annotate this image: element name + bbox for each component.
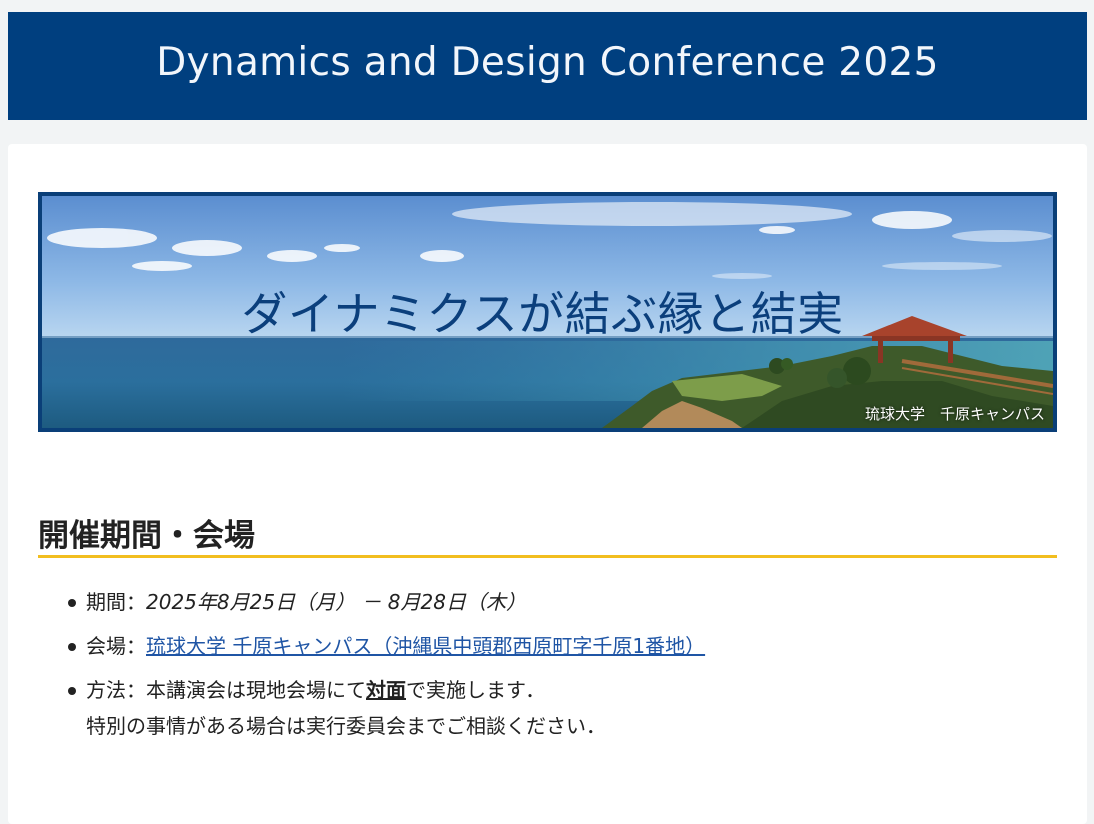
hero-tagline: ダイナミクスが結ぶ縁と結実 xyxy=(241,287,844,341)
hero-image: ダイナミクスが結ぶ縁と結実 琉球大学 千原キャンパス xyxy=(38,192,1057,432)
method-note: 特別の事情がある場合は実行委員会までご相談ください． xyxy=(86,714,606,738)
site-title: Dynamics and Design Conference 2025 xyxy=(156,39,939,85)
site-header-banner: Dynamics and Design Conference 2025 xyxy=(8,12,1087,120)
bullet-icon xyxy=(68,643,76,651)
period-label: 期間： xyxy=(86,590,146,614)
list-item-venue: 会場：琉球大学 千原キャンパス（沖縄県中頭郡西原町字千原1番地） xyxy=(68,628,1066,664)
period-value: 2025年8月25日（月） － 8月28日（木） xyxy=(146,590,526,614)
list-item-method: 方法：本講演会は現地会場にて対面で実施します． 特別の事情がある場合は実行委員会… xyxy=(68,672,1066,744)
method-text-post: で実施します． xyxy=(406,678,546,702)
main-content: ダイナミクスが結ぶ縁と結実 琉球大学 千原キャンパス 開催期間・会場 期間：20… xyxy=(8,144,1087,824)
method-emphasis: 対面 xyxy=(366,678,406,702)
hero-photo-caption: 琉球大学 千原キャンパス xyxy=(864,405,1045,423)
event-info-list: 期間：2025年8月25日（月） － 8月28日（木） 会場：琉球大学 千原キャ… xyxy=(68,584,1066,744)
list-item-period: 期間：2025年8月25日（月） － 8月28日（木） xyxy=(68,584,1066,620)
venue-link[interactable]: 琉球大学 千原キャンパス（沖縄県中頭郡西原町字千原1番地） xyxy=(146,634,705,658)
section-heading-dates-venue: 開催期間・会場 xyxy=(38,510,1057,558)
method-text-pre: 本講演会は現地会場にて xyxy=(146,678,366,702)
method-label: 方法： xyxy=(86,678,146,702)
bullet-icon xyxy=(68,687,76,695)
bullet-icon xyxy=(68,599,76,607)
venue-label: 会場： xyxy=(86,634,146,658)
